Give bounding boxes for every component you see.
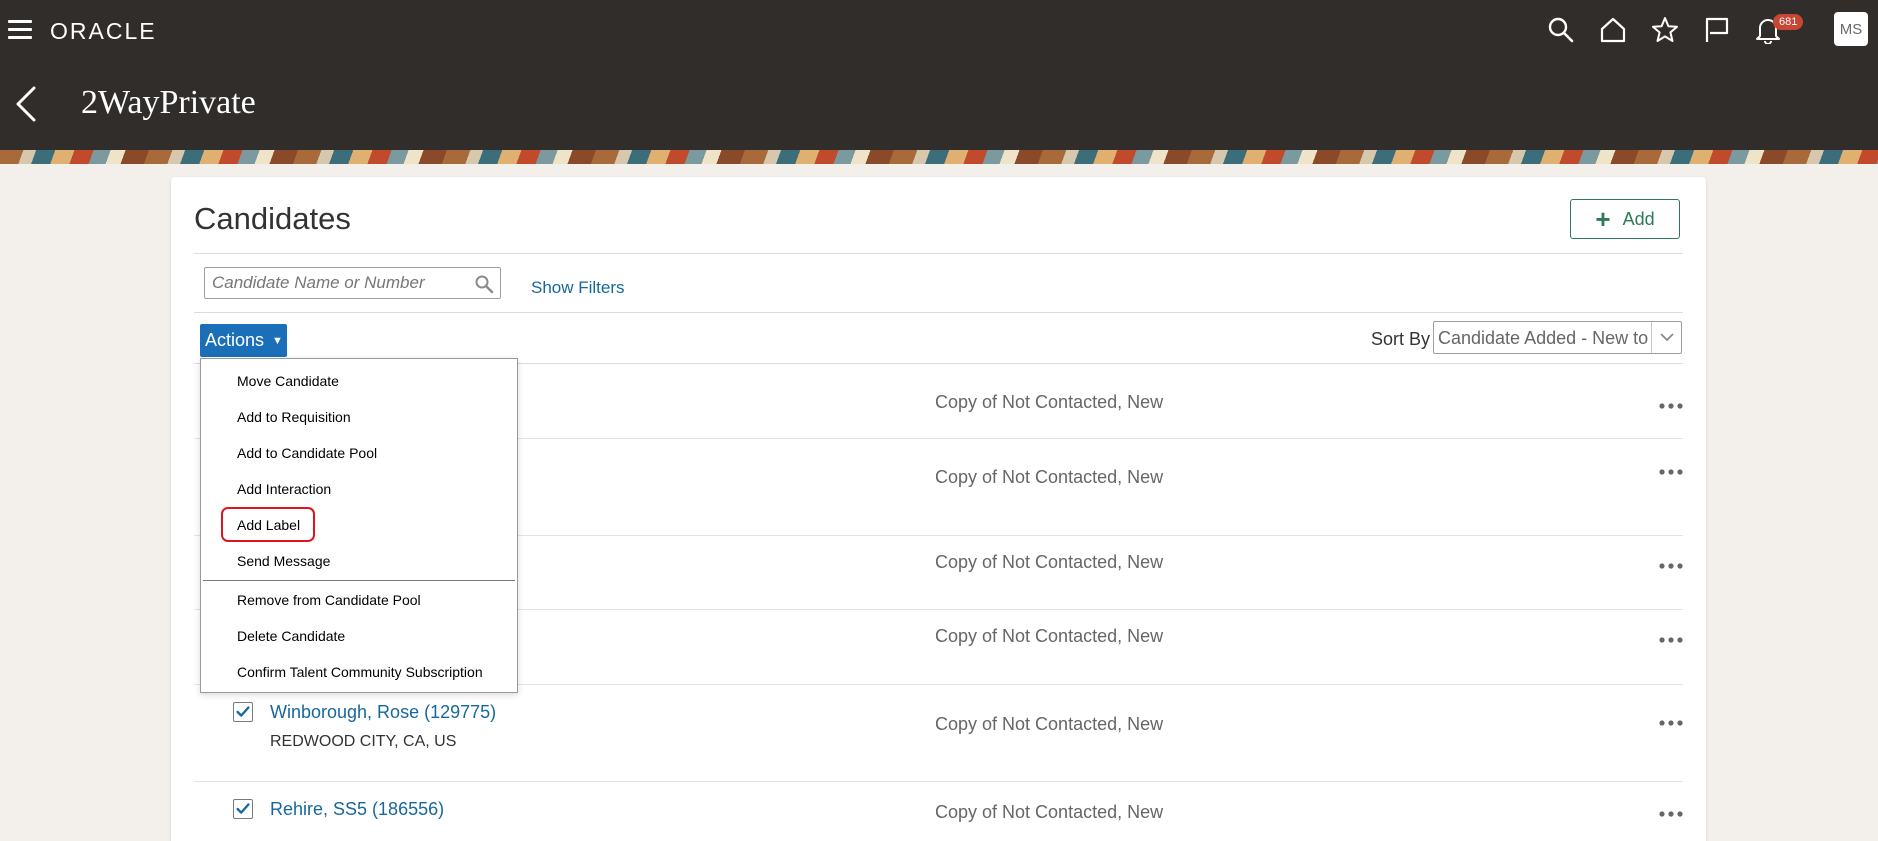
user-avatar[interactable]: MS bbox=[1834, 12, 1868, 46]
oracle-logo: ORACLE bbox=[50, 18, 157, 44]
candidate-status: Copy of Not Contacted, New bbox=[935, 802, 1164, 822]
flag-icon[interactable] bbox=[1703, 16, 1731, 44]
section-title: Candidates bbox=[194, 201, 351, 236]
caret-down-icon: ▼ bbox=[272, 334, 283, 347]
candidate-search-input[interactable] bbox=[205, 268, 460, 298]
row-checkbox[interactable] bbox=[233, 799, 253, 819]
add-button-label: Add bbox=[1622, 208, 1655, 229]
candidate-name-link[interactable]: Rehire, SS5 (186556) bbox=[270, 799, 444, 820]
menu-item-move-candidate[interactable]: Move Candidate bbox=[237, 373, 339, 389]
search-icon[interactable] bbox=[1547, 16, 1575, 44]
candidate-location: REDWOOD CITY, CA, US bbox=[270, 733, 457, 750]
decorative-banner bbox=[0, 150, 1878, 164]
candidate-status: Copy of Not Contacted, New bbox=[935, 714, 1164, 734]
sort-by-value: Candidate Added - New to Old bbox=[1438, 328, 1650, 348]
menu-item-send-message[interactable]: Send Message bbox=[237, 553, 330, 569]
menu-item-confirm-talent-community-subscription[interactable]: Confirm Talent Community Subscription bbox=[237, 664, 483, 680]
row-checkbox[interactable] bbox=[233, 702, 253, 722]
search-icon[interactable] bbox=[474, 274, 494, 294]
candidate-name-link[interactable]: Winborough, Rose (129775) bbox=[270, 702, 496, 723]
add-candidate-button[interactable]: + Add bbox=[1570, 199, 1680, 239]
menu-item-delete-candidate[interactable]: Delete Candidate bbox=[237, 628, 345, 644]
menu-item-add-to-requisition[interactable]: Add to Requisition bbox=[237, 409, 351, 425]
candidate-status: Copy of Not Contacted, New bbox=[935, 392, 1164, 412]
more-options-icon[interactable] bbox=[1658, 632, 1684, 643]
candidate-status: Copy of Not Contacted, New bbox=[935, 626, 1164, 646]
chevron-down-icon[interactable] bbox=[1651, 322, 1681, 353]
candidate-status: Copy of Not Contacted, New bbox=[935, 552, 1164, 572]
divider bbox=[194, 253, 1683, 254]
more-options-icon[interactable] bbox=[1658, 715, 1684, 726]
divider bbox=[194, 312, 1683, 313]
sort-by-label: Sort By bbox=[1371, 329, 1431, 349]
home-icon[interactable] bbox=[1599, 16, 1627, 44]
star-icon[interactable] bbox=[1651, 16, 1679, 44]
page-title: 2WayPrivate bbox=[81, 84, 256, 121]
menu-item-add-to-candidate-pool[interactable]: Add to Candidate Pool bbox=[237, 445, 377, 461]
more-options-icon[interactable] bbox=[1658, 464, 1684, 475]
candidate-status: Copy of Not Contacted, New bbox=[935, 467, 1164, 487]
actions-dropdown-menu: Move Candidate Add to Requisition Add to… bbox=[200, 358, 518, 693]
hamburger-menu-icon[interactable] bbox=[8, 20, 32, 40]
global-header: ORACLE 681 MS 2WayPrivate bbox=[0, 0, 1878, 150]
menu-item-remove-from-candidate-pool[interactable]: Remove from Candidate Pool bbox=[237, 592, 421, 608]
more-options-icon[interactable] bbox=[1658, 806, 1684, 817]
candidate-row[interactable]: Winborough, Rose (129775) REDWOOD CITY, … bbox=[194, 685, 1683, 782]
candidate-search-field[interactable] bbox=[204, 267, 501, 299]
menu-separator bbox=[203, 580, 515, 581]
candidate-row[interactable]: Rehire, SS5 (186556) Copy of Not Contact… bbox=[194, 782, 1683, 841]
menu-item-add-label[interactable]: Add Label bbox=[237, 517, 300, 533]
more-options-icon[interactable] bbox=[1658, 558, 1684, 569]
plus-icon: + bbox=[1595, 204, 1611, 234]
sort-by-select[interactable]: Candidate Added - New to Old bbox=[1433, 321, 1682, 354]
more-options-icon[interactable] bbox=[1658, 398, 1684, 409]
actions-button-label: Actions bbox=[205, 330, 265, 350]
back-arrow-icon[interactable] bbox=[14, 86, 38, 122]
show-filters-link[interactable]: Show Filters bbox=[531, 278, 625, 298]
actions-menu-button[interactable]: Actions ▼ bbox=[200, 324, 287, 357]
notification-count-badge: 681 bbox=[1773, 14, 1804, 30]
menu-item-add-interaction[interactable]: Add Interaction bbox=[237, 481, 331, 497]
